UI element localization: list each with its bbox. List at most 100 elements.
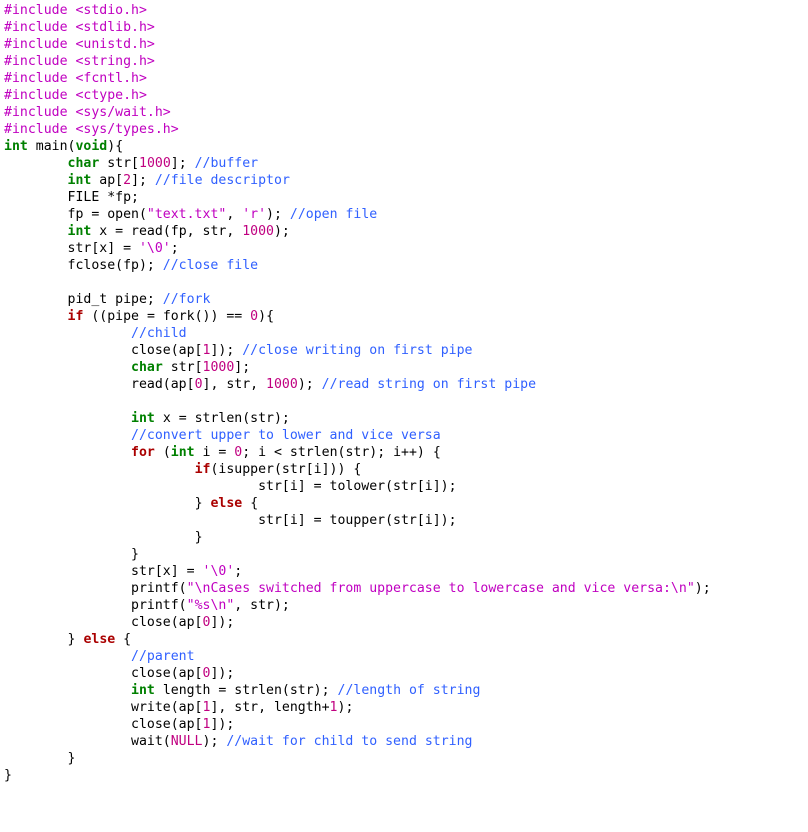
code-token-id: ], str, [203, 377, 267, 392]
code-token-id [4, 683, 131, 698]
code-line: char str[1000]; //buffer [4, 156, 258, 171]
code-token-id [4, 547, 131, 562]
code-token-id: ) [258, 309, 266, 324]
code-token-id [4, 309, 68, 324]
code-line: printf("\nCases switched from uppercase … [4, 581, 711, 596]
code-token-id: ]); [210, 717, 234, 732]
code-token-id: close(ap[ [4, 666, 203, 681]
code-token-hdr: <fcntl.h> [75, 71, 146, 86]
code-token-kw: char [68, 156, 100, 171]
code-token-id [4, 224, 68, 239]
code-token-num: 1000 [266, 377, 298, 392]
code-line: write(ap[1], str, length+1); [4, 700, 353, 715]
code-token-kw: int [131, 411, 155, 426]
code-token-id: ]); [210, 615, 234, 630]
code-token-pp: #include [4, 105, 75, 120]
code-token-id: read(ap[ [4, 377, 195, 392]
code-token-op: } [68, 751, 76, 766]
code-line: str[x] = '\0'; [4, 241, 179, 256]
code-token-id: str[x] = [4, 564, 203, 579]
code-line: if(isupper(str[i])) { [4, 462, 361, 477]
code-line: for (int i = 0; i < strlen(str); i++) { [4, 445, 441, 460]
code-token-id [4, 445, 131, 460]
code-line: int main(void){ [4, 139, 123, 154]
code-token-kwb: for [131, 445, 155, 460]
code-token-op: { [353, 462, 361, 477]
code-token-id: fclose(fp); [4, 258, 163, 273]
code-line: #include <stdlib.h> [4, 20, 155, 35]
code-block: #include <stdio.h> #include <stdlib.h> #… [0, 0, 808, 786]
code-token-kwb: if [68, 309, 84, 324]
code-token-kw: int [68, 173, 92, 188]
code-token-id: pid_t pipe; [4, 292, 163, 307]
code-line: close(ap[0]); [4, 666, 234, 681]
code-token-id: str[i] = toupper(str[i]); [4, 513, 457, 528]
code-token-id [4, 411, 131, 426]
code-token-kw: int [171, 445, 195, 460]
code-line: //parent [4, 649, 195, 664]
code-line: #include <string.h> [4, 54, 155, 69]
code-line: printf("%s\n", str); [4, 598, 290, 613]
code-line: int length = strlen(str); //length of st… [4, 683, 480, 698]
code-token-id [242, 496, 250, 511]
code-token-com: //fork [163, 292, 211, 307]
code-token-id [4, 496, 195, 511]
code-line: int ap[2]; //file descriptor [4, 173, 290, 188]
code-token-com: //open file [290, 207, 377, 222]
code-token-op: } [195, 496, 203, 511]
code-token-com: //length of string [338, 683, 481, 698]
code-token-id [4, 462, 195, 477]
code-token-hdr: <ctype.h> [75, 88, 146, 103]
code-token-pp: #include [4, 54, 75, 69]
code-line: read(ap[0], str, 1000); //read string on… [4, 377, 536, 392]
code-line: //child [4, 326, 187, 341]
code-token-num: 1000 [242, 224, 274, 239]
code-token-id: (isupper(str[i])) [210, 462, 353, 477]
code-token-id: ]; [131, 173, 155, 188]
code-token-id: ); [266, 207, 290, 222]
code-token-op: { [115, 139, 123, 154]
code-token-kwb: else [210, 496, 242, 511]
code-token-chr: 'r' [242, 207, 266, 222]
code-token-pp: #include [4, 20, 75, 35]
code-token-id: ; [234, 564, 242, 579]
code-token-hdr: <sys/types.h> [75, 122, 178, 137]
code-token-num: NULL [171, 734, 203, 749]
code-token-pp: #include [4, 71, 75, 86]
code-line: #include <sys/wait.h> [4, 105, 171, 120]
code-token-id: ); [298, 377, 322, 392]
code-token-id: printf( [4, 598, 187, 613]
code-token-id: write(ap[ [4, 700, 203, 715]
code-token-op: } [131, 547, 139, 562]
code-token-op: } [195, 530, 203, 545]
code-token-id: x = strlen(str); [155, 411, 290, 426]
code-line: } else { [4, 496, 258, 511]
code-token-id: str[ [163, 360, 203, 375]
code-token-com: //buffer [195, 156, 259, 171]
code-line: #include <ctype.h> [4, 88, 147, 103]
code-token-hdr: <stdio.h> [75, 3, 146, 18]
code-token-op: { [266, 309, 274, 324]
code-token-id [4, 173, 68, 188]
code-token-id: str[i] = tolower(str[i]); [4, 479, 457, 494]
code-line: char str[1000]; [4, 360, 250, 375]
code-line: #include <unistd.h> [4, 37, 155, 52]
code-token-com: //read string on first pipe [322, 377, 536, 392]
code-token-com: //parent [131, 649, 195, 664]
code-token-id [4, 360, 131, 375]
code-token-kwb: else [83, 632, 115, 647]
code-line: int x = strlen(str); [4, 411, 290, 426]
code-token-hdr: <sys/wait.h> [75, 105, 170, 120]
code-token-num: 0 [195, 377, 203, 392]
code-token-com: //close writing on first pipe [242, 343, 472, 358]
code-token-num: 0 [250, 309, 258, 324]
code-token-id: ); [695, 581, 711, 596]
code-token-id: str[ [99, 156, 139, 171]
code-line: #include <stdio.h> [4, 3, 147, 18]
code-line: str[i] = toupper(str[i]); [4, 513, 457, 528]
code-token-id [4, 326, 131, 341]
code-token-str: "\nCases switched from uppercase to lowe… [187, 581, 695, 596]
code-token-op: { [250, 496, 258, 511]
code-token-op: { [433, 445, 441, 460]
code-token-id: ]); [210, 666, 234, 681]
